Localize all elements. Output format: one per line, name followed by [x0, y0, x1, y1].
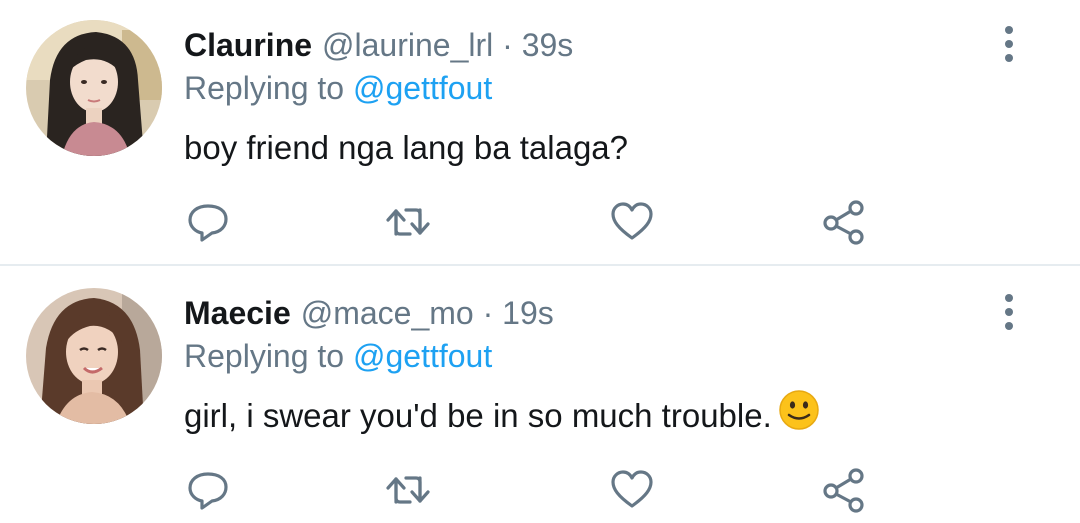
user-handle[interactable]: @mace_mo [301, 295, 474, 331]
tweet-header: Maecie @mace_mo · 19s [184, 293, 554, 333]
avatar[interactable] [26, 288, 162, 424]
reply-icon[interactable] [184, 198, 232, 246]
timestamp[interactable]: 19s [502, 295, 554, 331]
display-name[interactable]: Claurine [184, 27, 312, 63]
reply-icon[interactable] [184, 466, 232, 514]
mention-link[interactable]: @gettfout [353, 70, 492, 106]
avatar[interactable] [26, 20, 162, 156]
tweet[interactable]: Claurine @laurine_lrl · 39s Replying to @… [0, 0, 1080, 264]
replying-prefix: Replying to [184, 70, 345, 106]
replying-to: Replying to @gettfout [184, 336, 492, 376]
display-name[interactable]: Maecie [184, 295, 291, 331]
replying-prefix: Replying to [184, 338, 345, 374]
more-vertical-icon[interactable] [996, 22, 1022, 66]
heart-icon[interactable] [608, 466, 656, 514]
tweet[interactable]: Maecie @mace_mo · 19s Replying to @gettfo… [0, 266, 1080, 523]
tweet-text-row: girl, i swear you'd be in so much troubl… [184, 390, 820, 438]
separator: · [482, 295, 494, 331]
share-icon[interactable] [820, 198, 868, 246]
separator: · [502, 27, 513, 63]
retweet-icon[interactable] [384, 198, 432, 246]
more-vertical-icon[interactable] [996, 290, 1022, 334]
tweet-text: girl, i swear you'd be in so much troubl… [184, 397, 772, 434]
slightly-smiling-face-icon [778, 389, 820, 442]
timestamp[interactable]: 39s [522, 27, 574, 63]
replying-to: Replying to @gettfout [184, 68, 492, 108]
mention-link[interactable]: @gettfout [353, 338, 492, 374]
tweet-header: Claurine @laurine_lrl · 39s [184, 25, 573, 65]
user-handle[interactable]: @laurine_lrl [322, 27, 493, 63]
retweet-icon[interactable] [384, 466, 432, 514]
share-icon[interactable] [820, 466, 868, 514]
heart-icon[interactable] [608, 198, 656, 246]
tweet-text: boy friend nga lang ba talaga? [184, 129, 629, 166]
